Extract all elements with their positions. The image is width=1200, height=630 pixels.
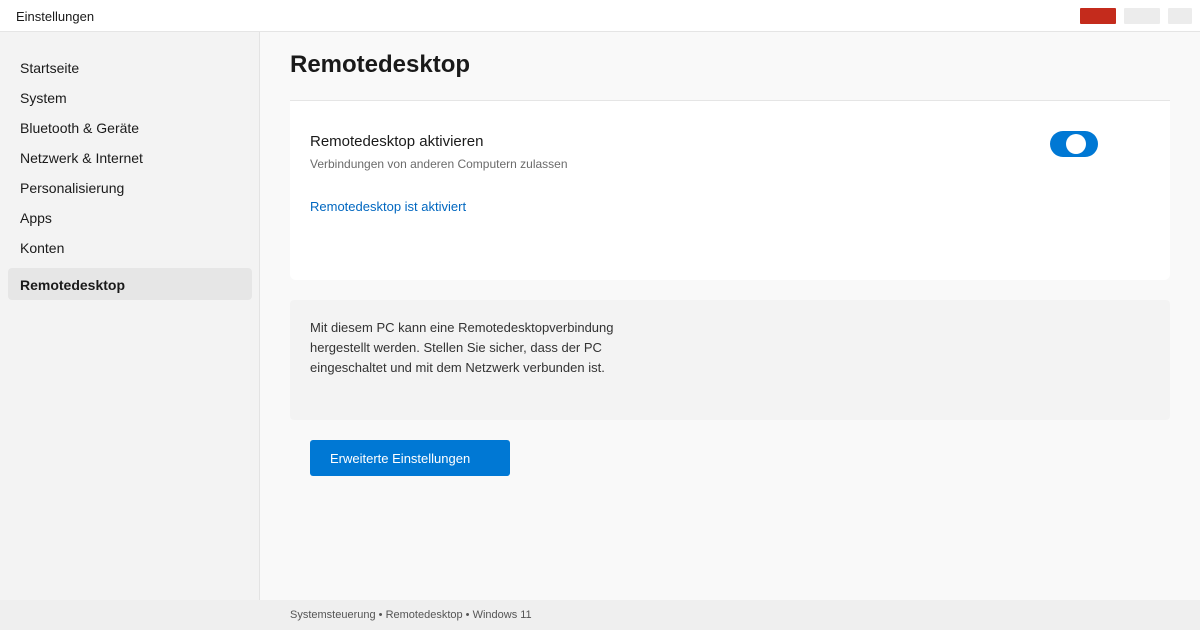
footer-text: Systemsteuerung • Remotedesktop • Window…: [290, 609, 532, 621]
remote-desktop-card: Remotedesktop aktivieren Verbindungen vo…: [290, 100, 1170, 280]
sidebar-item-network[interactable]: Netzwerk & Internet: [20, 150, 143, 166]
maximize-window-button[interactable]: [1124, 8, 1160, 24]
sidebar-item-bluetooth[interactable]: Bluetooth & Geräte: [20, 120, 139, 136]
sidebar-item-accounts[interactable]: Konten: [20, 240, 64, 256]
setting-title: Remotedesktop aktivieren: [310, 133, 484, 150]
setting-subtitle: Verbindungen von anderen Computern zulas…: [310, 157, 568, 171]
info-line: hergestellt werden. Stellen Sie sicher, …: [310, 340, 602, 355]
sidebar-item-personalization[interactable]: Personalisierung: [20, 180, 124, 196]
minimize-window-button[interactable]: [1168, 8, 1192, 24]
sidebar-item-startseite[interactable]: Startseite: [20, 60, 79, 76]
advanced-settings-button[interactable]: Erweiterte Einstellungen: [310, 440, 510, 476]
info-text: Mit diesem PC kann eine Remotedesktopver…: [310, 318, 640, 378]
info-line: Mit diesem PC kann eine Remotedesktopver…: [310, 320, 614, 335]
sidebar-item-remotedesktop[interactable]: Remotedesktop: [8, 268, 252, 300]
remote-desktop-toggle[interactable]: [1050, 131, 1098, 157]
sidebar-item-label: Remotedesktop: [20, 277, 126, 293]
sidebar-item-apps[interactable]: Apps: [20, 210, 52, 226]
sidebar-item-system[interactable]: System: [20, 90, 67, 106]
page-title: Remotedesktop: [290, 51, 471, 78]
sidebar: Startseite System Bluetooth & Geräte Net…: [0, 32, 260, 600]
close-window-button[interactable]: [1080, 8, 1116, 24]
status-bar: Systemsteuerung • Remotedesktop • Window…: [0, 600, 1200, 630]
status-link[interactable]: Remotedesktop ist aktiviert: [310, 199, 466, 215]
window-title: Einstellungen: [16, 9, 95, 24]
info-panel: Mit diesem PC kann eine Remotedesktopver…: [290, 300, 1170, 420]
title-bar: Einstellungen: [0, 0, 1200, 32]
toggle-knob: [1066, 134, 1086, 154]
info-line: eingeschaltet und mit dem Netzwerk verbu…: [310, 360, 605, 375]
